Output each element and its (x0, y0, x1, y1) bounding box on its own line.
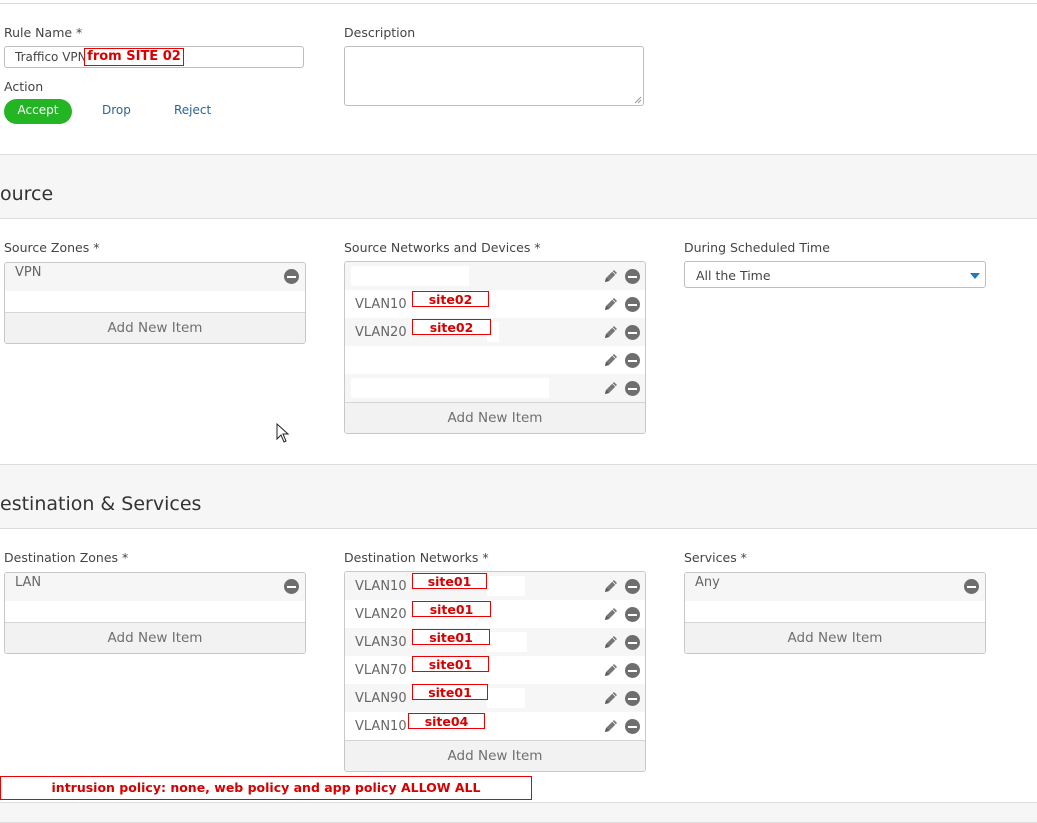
add-new-item-button[interactable]: Add New Item (5, 312, 305, 343)
list-item: VLAN20 (345, 600, 645, 628)
minus-circle-icon[interactable] (625, 353, 640, 368)
network-annotation: site01 (412, 656, 489, 672)
network-name: VLAN20 (355, 607, 407, 622)
destination-networks-label: Destination Networks * (344, 550, 489, 565)
pencil-icon[interactable] (603, 662, 619, 678)
network-name: VLAN10 (355, 297, 407, 312)
rule-name-value: Traffico VPN (15, 50, 87, 64)
pencil-icon[interactable] (603, 690, 619, 706)
rule-name-annotation: from SITE 02 (84, 48, 184, 66)
network-name: VLAN90 (355, 691, 407, 706)
accept-button[interactable]: Accept (4, 99, 72, 124)
minus-circle-icon[interactable] (625, 607, 640, 622)
add-new-item-button[interactable]: Add New Item (345, 402, 645, 433)
minus-circle-icon[interactable] (625, 579, 640, 594)
minus-circle-icon[interactable] (284, 579, 299, 594)
network-annotation: site01 (412, 629, 490, 645)
add-new-item-button[interactable]: Add New Item (345, 740, 645, 771)
destination-zone-value: LAN (15, 575, 42, 590)
pencil-icon[interactable] (603, 606, 619, 622)
destination-zones-list[interactable]: LAN Add New Item (4, 572, 306, 654)
list-item: VLAN10 (345, 712, 645, 740)
drop-link[interactable]: Drop (102, 103, 131, 117)
network-name: VLAN20 (355, 325, 407, 340)
add-new-item-button[interactable]: Add New Item (5, 622, 305, 653)
network-annotation: site02 (412, 319, 491, 335)
minus-circle-icon[interactable] (625, 269, 640, 284)
minus-circle-icon[interactable] (625, 381, 640, 396)
schedule-select[interactable]: All the Time (684, 261, 986, 288)
list-item: VLAN20 (345, 318, 645, 346)
list-item: Any (685, 573, 985, 601)
pencil-icon[interactable] (603, 578, 619, 594)
list-item: VPN (5, 263, 305, 291)
next-section-header (0, 802, 1037, 823)
rule-name-label: Rule Name * (4, 25, 83, 40)
destination-section-title: estination & Services (0, 493, 202, 515)
pencil-icon[interactable] (603, 296, 619, 312)
minus-circle-icon[interactable] (625, 663, 640, 678)
source-zones-list[interactable]: VPN Add New Item (4, 262, 306, 344)
add-new-item-button[interactable]: Add New Item (685, 622, 985, 653)
pencil-icon[interactable] (603, 268, 619, 284)
dropdown-caret-icon[interactable] (970, 273, 980, 279)
redacted-block (487, 632, 527, 652)
list-item (345, 262, 645, 290)
list-item (345, 374, 645, 402)
mouse-cursor-icon (276, 423, 290, 443)
pencil-icon[interactable] (603, 352, 619, 368)
network-name: VLAN10 (355, 579, 407, 594)
schedule-value: All the Time (696, 268, 771, 283)
pencil-icon[interactable] (603, 634, 619, 650)
minus-circle-icon[interactable] (625, 691, 640, 706)
network-annotation: site04 (408, 713, 485, 729)
services-label: Services * (684, 550, 747, 565)
services-list[interactable]: Any Add New Item (684, 572, 986, 654)
list-item: VLAN10 (345, 572, 645, 600)
network-annotation: site01 (412, 573, 487, 589)
minus-circle-icon[interactable] (284, 269, 299, 284)
schedule-label: During Scheduled Time (684, 240, 830, 255)
destination-networks-list[interactable]: VLAN10 VLAN20 VLAN30 VLAN70 VLAN90 VLAN1… (344, 571, 646, 772)
list-item (345, 346, 645, 374)
reject-link[interactable]: Reject (174, 103, 211, 117)
list-item: VLAN10 (345, 290, 645, 318)
network-annotation: site01 (412, 684, 488, 700)
pencil-icon[interactable] (603, 324, 619, 340)
source-networks-label: Source Networks and Devices * (344, 240, 541, 255)
minus-circle-icon[interactable] (964, 579, 979, 594)
redacted-block (487, 576, 525, 596)
source-zones-label: Source Zones * (4, 240, 100, 255)
pencil-icon[interactable] (603, 718, 619, 734)
list-item: VLAN70 (345, 656, 645, 684)
source-section-title: ource (0, 183, 54, 205)
network-annotation: site02 (412, 291, 489, 307)
network-name: VLAN30 (355, 635, 407, 650)
source-networks-list[interactable]: VLAN10 VLAN20 Add New Item (344, 261, 646, 434)
top-divider (0, 3, 1037, 4)
redacted-block (351, 266, 469, 286)
minus-circle-icon[interactable] (625, 719, 640, 734)
resize-handle-icon[interactable] (634, 96, 642, 104)
list-item: VLAN30 (345, 628, 645, 656)
description-label: Description (344, 25, 416, 40)
service-value: Any (695, 575, 720, 590)
network-annotation: site01 (412, 601, 491, 617)
network-name: VLAN70 (355, 663, 407, 678)
minus-circle-icon[interactable] (625, 635, 640, 650)
redacted-block (351, 378, 549, 398)
destination-zones-label: Destination Zones * (4, 550, 129, 565)
list-item: VLAN90 (345, 684, 645, 712)
list-item: LAN (5, 573, 305, 601)
minus-circle-icon[interactable] (625, 325, 640, 340)
description-textarea[interactable] (344, 46, 644, 106)
redacted-block (487, 688, 525, 708)
network-name: VLAN10 (355, 719, 407, 734)
pencil-icon[interactable] (603, 380, 619, 396)
action-label: Action (4, 79, 44, 94)
minus-circle-icon[interactable] (625, 297, 640, 312)
policy-annotation: intrusion policy: none, web policy and a… (0, 776, 532, 800)
source-zone-value: VPN (15, 265, 42, 280)
source-section-header (0, 154, 1037, 219)
